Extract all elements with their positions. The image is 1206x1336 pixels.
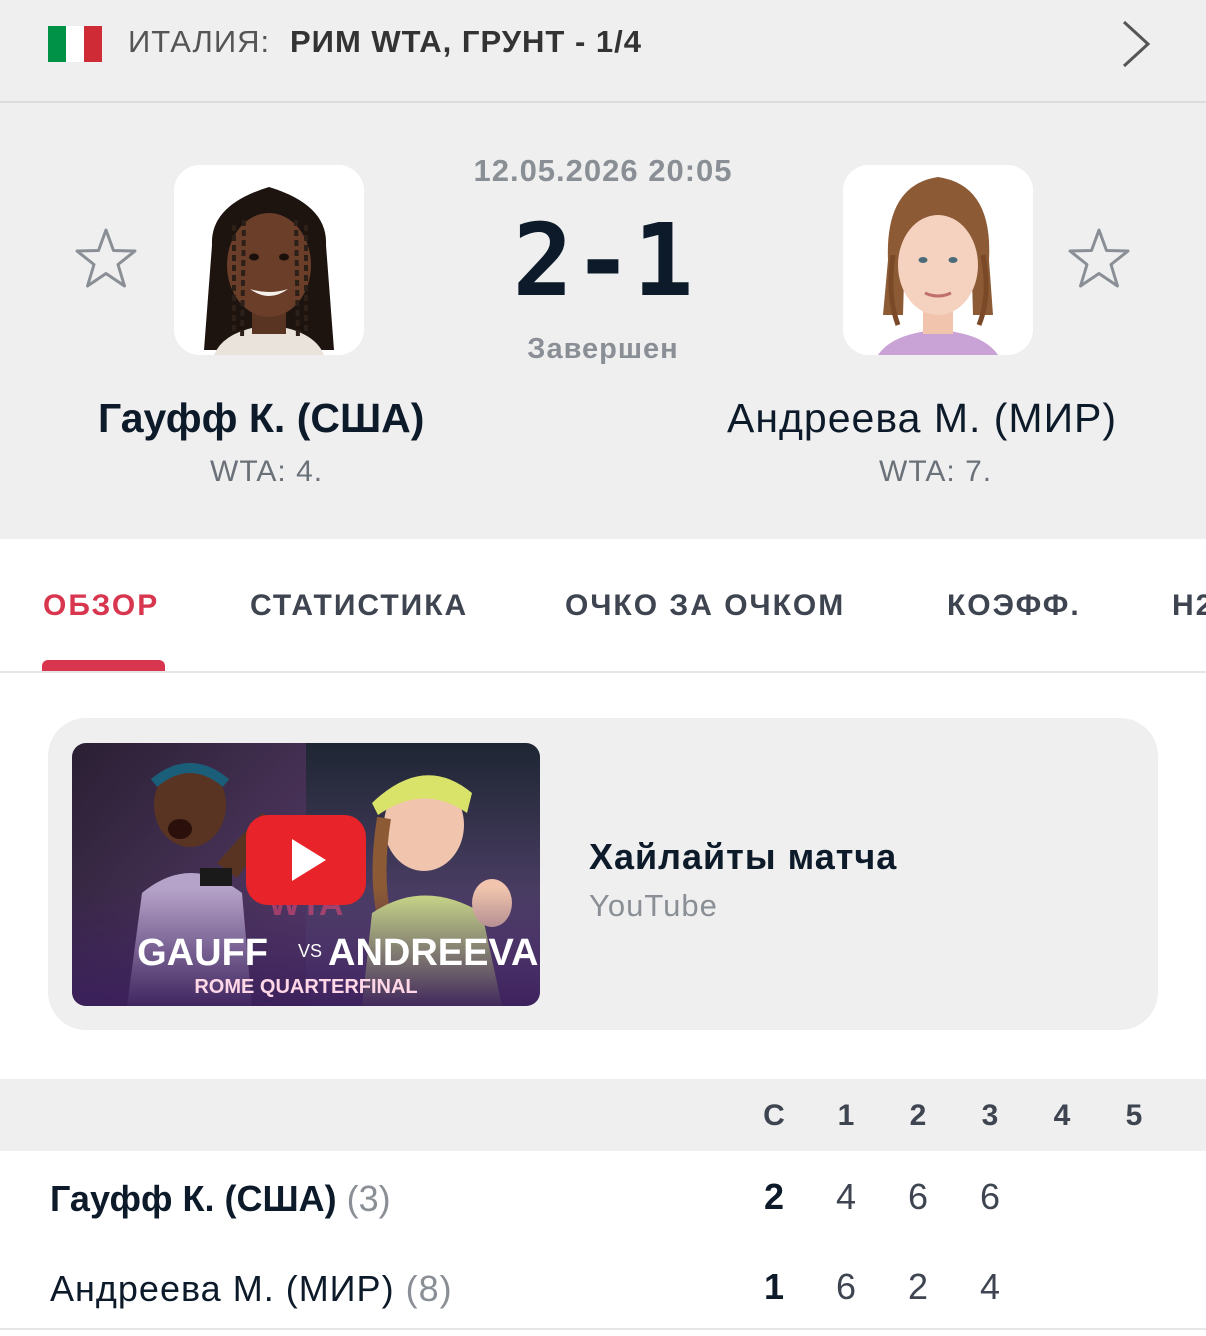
tab-overview[interactable]: ОБЗОР [43,589,159,623]
highlights-card[interactable]: WTA GAUFF VS ANDREEVA ROME QUARTERFINAL … [48,718,1158,1030]
player-name-away[interactable]: Андреева М. (МИР) [727,395,1117,442]
thumb-subtitle: ROME QUARTERFINAL [194,976,417,998]
star-outline-icon[interactable] [74,227,138,291]
scoreboard-set3-away: 4 [979,1266,1001,1307]
tournament-name: РИМ WTA, ГРУНТ - 1/4 [290,24,642,59]
scoreboard-player-label: Андреева М. (МИР) [50,1268,395,1309]
player-avatar-home[interactable] [174,165,364,355]
tournament-country: ИТАЛИЯ: [128,24,271,59]
star-outline-icon[interactable] [1067,227,1131,291]
match-status: Завершен [527,333,679,365]
scoreboard-sets-home: 2 [763,1176,785,1217]
scoreboard-col-4: 4 [1053,1099,1071,1132]
scoreboard-set1-away: 6 [835,1266,857,1307]
scoreboard-set3-home: 6 [979,1176,1001,1217]
scoreboard-player-label: Гауфф К. (США) [50,1178,337,1219]
tab-h2h[interactable]: H2H [1172,589,1206,623]
scoreboard-col-1: 1 [837,1099,855,1132]
scoreboard-header: С 1 2 3 4 5 [0,1079,1206,1151]
scoreboard-player-seed: (3) [346,1178,391,1219]
scoreboard-row-home: Гауфф К. (США) (3) 2 4 6 6 [0,1152,1206,1240]
match-datetime: 12.05.2026 20:05 [473,153,733,188]
tournament-bar[interactable]: ИТАЛИЯ: РИМ WTA, ГРУНТ - 1/4 [0,0,1206,103]
video-thumbnail[interactable]: WTA GAUFF VS ANDREEVA ROME QUARTERFINAL [72,743,540,1006]
highlights-title: Хайлайты матча [589,836,898,877]
scoreboard-col-sets: С [763,1099,785,1132]
highlights-source: YouTube [589,888,718,923]
scoreboard-set1-home: 4 [835,1176,857,1217]
match-score: 2-1 [512,202,694,319]
chevron-right-icon[interactable] [1116,18,1156,70]
thumb-title-right: ANDREEVA [328,932,538,974]
scoreboard-col-5: 5 [1125,1099,1143,1132]
active-tab-indicator [42,660,165,671]
scoreboard-sets-away: 1 [763,1266,785,1307]
tab-odds[interactable]: КОЭФФ. [947,589,1081,623]
thumb-title-vs: VS [298,941,322,961]
thumb-title-left: GAUFF [137,932,268,974]
play-icon[interactable] [246,815,366,905]
scoreboard-player-seed: (8) [405,1268,453,1309]
scoreboard-player-name[interactable]: Андреева М. (МИР) (8) [50,1268,453,1310]
player-rank-away: WTA: 7. [879,455,993,488]
italy-flag-icon [48,26,102,62]
player-rank-home: WTA: 4. [210,455,324,488]
scoreboard-player-name[interactable]: Гауфф К. (США) (3) [50,1178,391,1220]
match-header: 12.05.2026 20:05 2-1 Завершен Гауфф К. (… [0,103,1206,539]
player-name-home[interactable]: Гауфф К. (США) [98,395,424,442]
scoreboard-row-away: Андреева М. (МИР) (8) 1 6 2 4 [0,1242,1206,1330]
scoreboard-col-3: 3 [981,1099,999,1132]
scoreboard-set2-home: 6 [907,1176,929,1217]
tab-point-by-point[interactable]: ОЧКО ЗА ОЧКОМ [565,589,845,623]
scoreboard-set2-away: 2 [907,1266,929,1307]
tab-bar: ОБЗОР СТАТИСТИКА ОЧКО ЗА ОЧКОМ КОЭФФ. H2… [0,539,1206,673]
scoreboard-col-2: 2 [909,1099,927,1132]
player-avatar-away[interactable] [843,165,1033,355]
tab-statistics[interactable]: СТАТИСТИКА [250,589,468,623]
